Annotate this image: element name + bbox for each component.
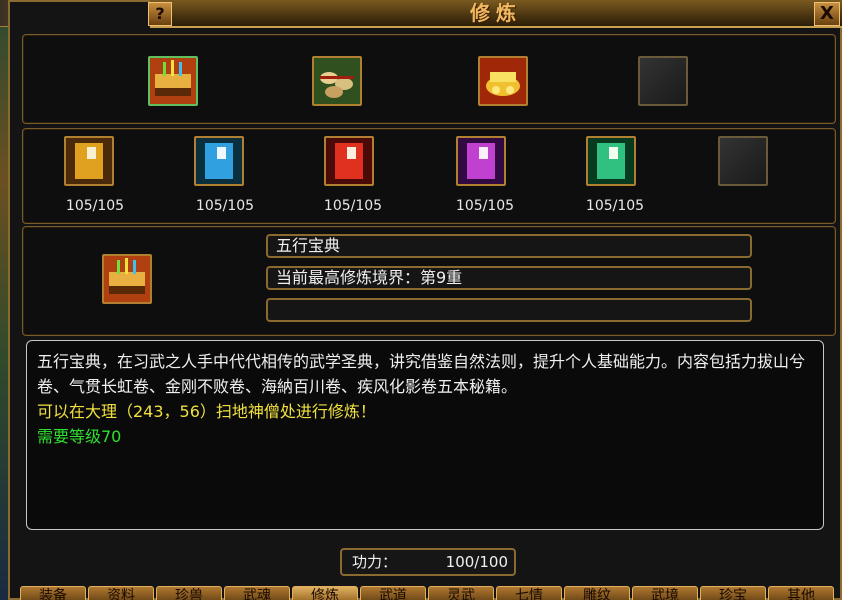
gold-treasure-pile-icon <box>480 58 526 104</box>
book-count-4: 105/105 <box>455 198 515 214</box>
tab-martial-soul[interactable]: 武魂 <box>224 586 290 600</box>
tab-spirit-weapon[interactable]: 灵武 <box>428 586 494 600</box>
power-label: 功力： <box>352 553 398 571</box>
close-button[interactable]: X <box>814 2 840 26</box>
book-slot-5[interactable] <box>586 136 636 186</box>
red-book-icon <box>326 138 372 184</box>
slot-scroll-bundle[interactable] <box>312 56 362 106</box>
book-panel <box>22 128 836 224</box>
tab-cultivation[interactable]: 修炼 <box>292 586 358 600</box>
description-box: 五行宝典，在习武之人手中代代相传的武学圣典，讲究借鉴自然法则，提升个人基础能力。… <box>26 340 824 530</box>
book-count-3: 105/105 <box>323 198 383 214</box>
book-count-1: 105/105 <box>65 198 125 214</box>
tab-profile[interactable]: 资料 <box>88 586 154 600</box>
book-count-2: 105/105 <box>195 198 255 214</box>
realm-field: 当前最高修炼境界：第9重 <box>266 266 752 290</box>
slot-gold-treasure[interactable] <box>478 56 528 106</box>
slot-empty-top[interactable] <box>638 56 688 106</box>
info-item-slot[interactable] <box>102 254 152 304</box>
description-text: 五行宝典，在习武之人手中代代相传的武学圣典，讲究借鉴自然法则，提升个人基础能力。… <box>37 352 806 396</box>
extra-field <box>266 298 752 322</box>
book-slot-4[interactable] <box>456 136 506 186</box>
golden-manual-icon <box>150 58 196 104</box>
book-slot-empty[interactable] <box>718 136 768 186</box>
title-bar[interactable]: 修炼 <box>150 0 842 28</box>
top-slot-panel <box>22 34 836 124</box>
tab-treasure[interactable]: 珍宝 <box>700 586 766 600</box>
book-count-5: 105/105 <box>585 198 645 214</box>
power-display: 功力： 100/100 <box>340 548 516 576</box>
power-value: 100/100 <box>445 553 508 571</box>
bottom-tab-bar: 装备 资料 珍兽 武魂 修炼 武道 灵武 七情 雕纹 武境 珍宝 其他 <box>20 586 842 600</box>
tab-martial-realm[interactable]: 武境 <box>632 586 698 600</box>
tab-martial-way[interactable]: 武道 <box>360 586 426 600</box>
slot-golden-manual[interactable] <box>148 56 198 106</box>
green-book-icon <box>588 138 634 184</box>
scroll-bundle-icon <box>314 58 360 104</box>
requirement-text: 需要等级70 <box>37 427 122 446</box>
tab-engraving[interactable]: 雕纹 <box>564 586 630 600</box>
yellow-book-icon <box>66 138 112 184</box>
book-slot-3[interactable] <box>324 136 374 186</box>
tab-equipment[interactable]: 装备 <box>20 586 86 600</box>
location-text: 可以在大理（243，56）扫地神僧处进行修炼！ <box>37 402 376 421</box>
tab-seven-emotions[interactable]: 七情 <box>496 586 562 600</box>
blue-book-icon <box>196 138 242 184</box>
purple-book-icon <box>458 138 504 184</box>
tab-other[interactable]: 其他 <box>768 586 834 600</box>
golden-manual-icon <box>104 256 150 302</box>
help-button[interactable]: ? <box>148 2 172 26</box>
window-title: 修炼 <box>470 1 522 25</box>
book-slot-1[interactable] <box>64 136 114 186</box>
book-slot-2[interactable] <box>194 136 244 186</box>
tab-pets[interactable]: 珍兽 <box>156 586 222 600</box>
item-name-field: 五行宝典 <box>266 234 752 258</box>
